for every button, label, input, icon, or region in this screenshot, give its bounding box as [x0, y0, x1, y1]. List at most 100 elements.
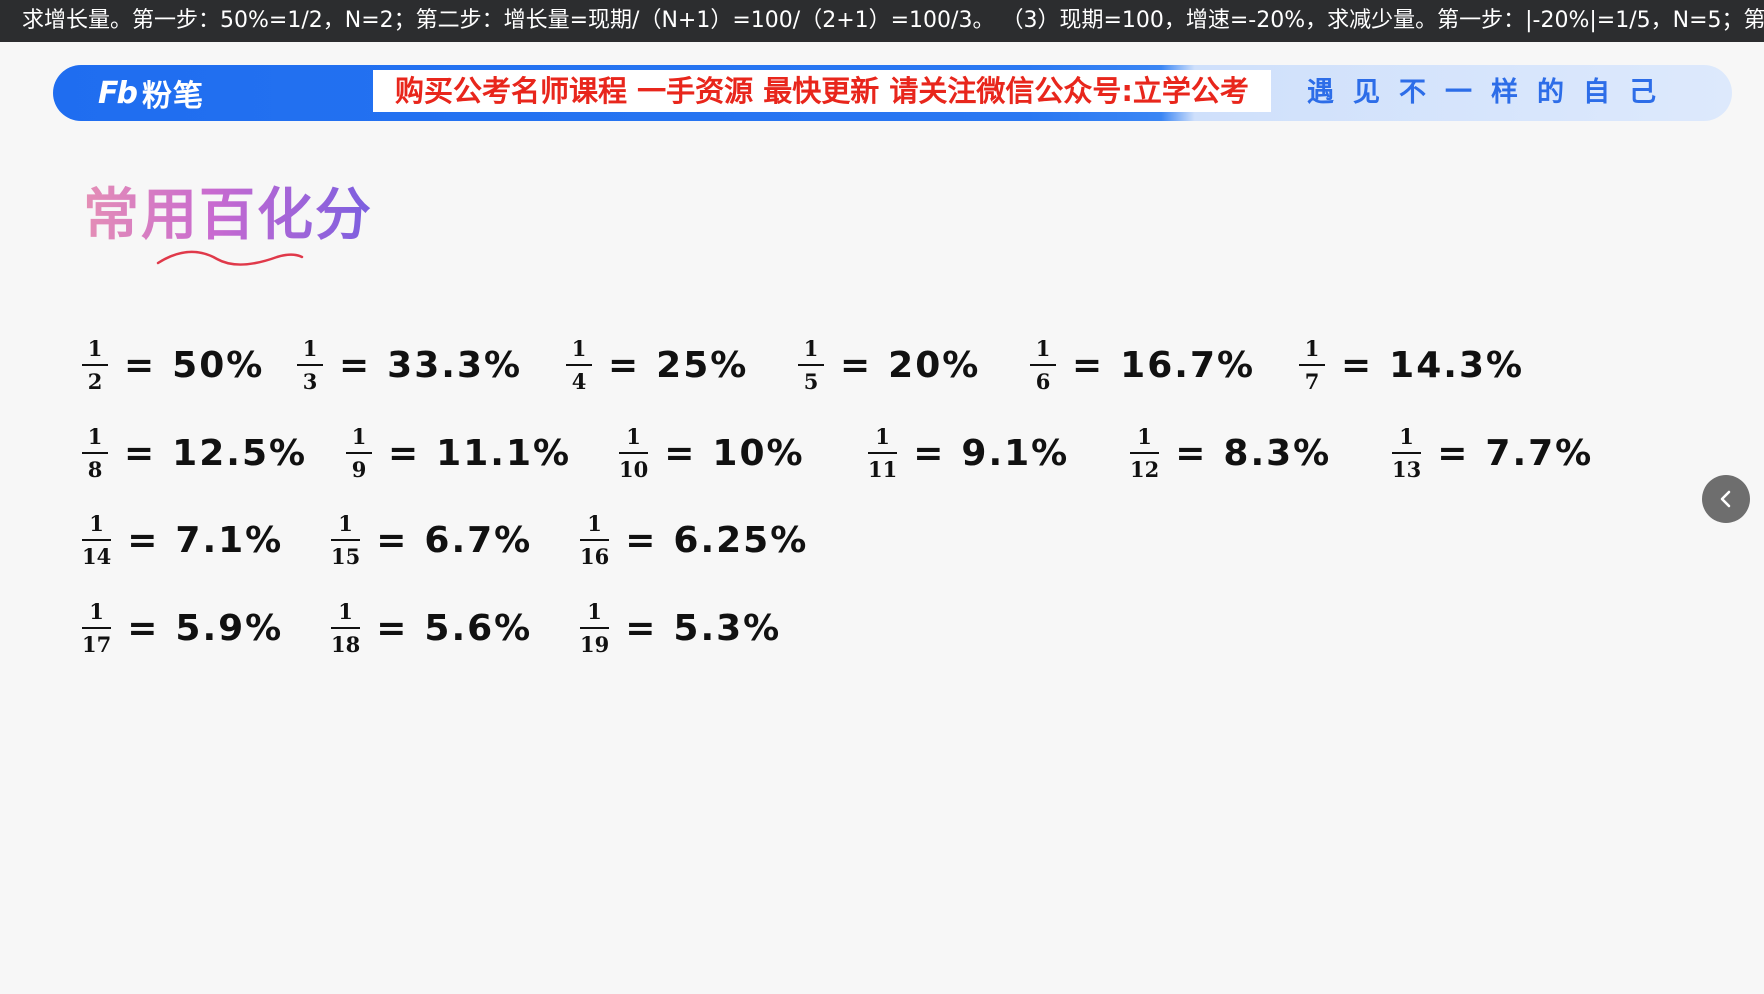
fraction-denominator: 13 — [1392, 457, 1422, 482]
equals-sign: = — [608, 344, 639, 386]
equals-sign: = — [913, 432, 944, 474]
equals-sign: = — [625, 519, 656, 561]
fraction-denominator: 3 — [302, 369, 318, 394]
fraction-denominator: 5 — [803, 369, 819, 394]
equals-sign: = — [388, 432, 419, 474]
prev-slide-button[interactable] — [1702, 475, 1750, 523]
equals-sign: = — [664, 432, 695, 474]
formula-item: 1 17 = 5.9% — [80, 600, 283, 656]
percent-value: 5.3% — [673, 607, 782, 649]
fraction: 1 16 — [578, 512, 611, 568]
fraction-denominator: 19 — [580, 632, 610, 657]
fraction-denominator: 7 — [1304, 369, 1320, 394]
fraction-numerator: 1 — [875, 424, 890, 449]
formula-item: 1 16 = 6.25% — [578, 512, 808, 568]
percent-value: 50% — [172, 344, 265, 386]
formula-item: 1 19 = 5.3% — [578, 600, 781, 656]
fraction-numerator: 1 — [1399, 424, 1414, 449]
formula-item: 1 2 = 50% — [80, 337, 264, 393]
fraction-denominator: 17 — [82, 632, 112, 657]
fraction: 1 7 — [1297, 337, 1327, 393]
equals-sign: = — [625, 607, 656, 649]
fraction-numerator: 1 — [803, 336, 819, 361]
formula-item: 1 12 = 8.3% — [1128, 425, 1331, 481]
fraction-numerator: 1 — [302, 336, 318, 361]
fraction: 1 3 — [295, 337, 325, 393]
fraction-denominator: 11 — [868, 457, 898, 482]
percent-value: 7.7% — [1485, 432, 1594, 474]
percent-value: 8.3% — [1223, 432, 1332, 474]
percent-value: 25% — [656, 344, 749, 386]
fraction-denominator: 12 — [1130, 457, 1160, 482]
fraction-numerator: 1 — [626, 424, 641, 449]
fraction: 1 19 — [578, 600, 611, 656]
fraction: 1 11 — [866, 425, 899, 481]
fraction-denominator: 2 — [87, 369, 103, 394]
equals-sign: = — [1341, 344, 1372, 386]
fraction-denominator: 18 — [331, 632, 361, 657]
fraction: 1 14 — [80, 512, 113, 568]
formula-item: 1 7 = 14.3% — [1297, 337, 1524, 393]
fraction: 1 2 — [80, 337, 110, 393]
fraction: 1 18 — [329, 600, 362, 656]
fraction: 1 12 — [1128, 425, 1161, 481]
fraction-numerator: 1 — [87, 336, 103, 361]
formula-item: 1 13 = 7.7% — [1390, 425, 1593, 481]
fraction-numerator: 1 — [1304, 336, 1320, 361]
equals-sign: = — [124, 432, 155, 474]
fraction: 1 15 — [329, 512, 362, 568]
equals-sign: = — [127, 607, 158, 649]
fraction: 1 6 — [1028, 337, 1058, 393]
percent-value: 6.7% — [424, 519, 533, 561]
fraction-numerator: 1 — [89, 599, 104, 624]
fraction-denominator: 15 — [331, 544, 361, 569]
percent-value: 12.5% — [172, 432, 308, 474]
equals-sign: = — [1437, 432, 1468, 474]
percent-value: 9.1% — [961, 432, 1070, 474]
fraction: 1 9 — [344, 425, 374, 481]
fraction-numerator: 1 — [1137, 424, 1152, 449]
fraction-numerator: 1 — [1035, 336, 1051, 361]
fraction-numerator: 1 — [338, 511, 353, 536]
formula-item: 1 9 = 11.1% — [344, 425, 571, 481]
fraction-numerator: 1 — [87, 424, 103, 449]
chevron-left-icon — [1720, 490, 1731, 508]
equals-sign: = — [376, 519, 407, 561]
formula-item: 1 5 = 20% — [796, 337, 980, 393]
fraction-denominator: 6 — [1035, 369, 1051, 394]
fraction-denominator: 8 — [87, 457, 103, 482]
percent-value: 6.25% — [673, 519, 809, 561]
percent-value: 7.1% — [175, 519, 284, 561]
fraction-numerator: 1 — [587, 511, 602, 536]
fraction-denominator: 10 — [619, 457, 649, 482]
formula-item: 1 11 = 9.1% — [866, 425, 1069, 481]
formula-grid: 1 2 = 50% 1 3 = 33.3% 1 4 = 25% 1 5 = 20… — [0, 0, 1764, 994]
fraction: 1 4 — [564, 337, 594, 393]
equals-sign: = — [376, 607, 407, 649]
equals-sign: = — [840, 344, 871, 386]
percent-value: 5.6% — [424, 607, 533, 649]
formula-item: 1 6 = 16.7% — [1028, 337, 1255, 393]
percent-value: 11.1% — [436, 432, 572, 474]
percent-value: 5.9% — [175, 607, 284, 649]
formula-item: 1 10 = 10% — [617, 425, 805, 481]
fraction: 1 17 — [80, 600, 113, 656]
percent-value: 10% — [712, 432, 805, 474]
fraction: 1 13 — [1390, 425, 1423, 481]
fraction-numerator: 1 — [351, 424, 367, 449]
fraction-numerator: 1 — [571, 336, 587, 361]
equals-sign: = — [339, 344, 370, 386]
fraction-numerator: 1 — [587, 599, 602, 624]
fraction: 1 10 — [617, 425, 650, 481]
fraction-numerator: 1 — [89, 511, 104, 536]
fraction-denominator: 4 — [571, 369, 587, 394]
equals-sign: = — [1072, 344, 1103, 386]
formula-item: 1 4 = 25% — [564, 337, 748, 393]
formula-item: 1 3 = 33.3% — [295, 337, 522, 393]
formula-item: 1 8 = 12.5% — [80, 425, 307, 481]
fraction: 1 8 — [80, 425, 110, 481]
formula-item: 1 15 = 6.7% — [329, 512, 532, 568]
percent-value: 14.3% — [1389, 344, 1525, 386]
percent-value: 20% — [888, 344, 981, 386]
fraction-denominator: 16 — [580, 544, 610, 569]
